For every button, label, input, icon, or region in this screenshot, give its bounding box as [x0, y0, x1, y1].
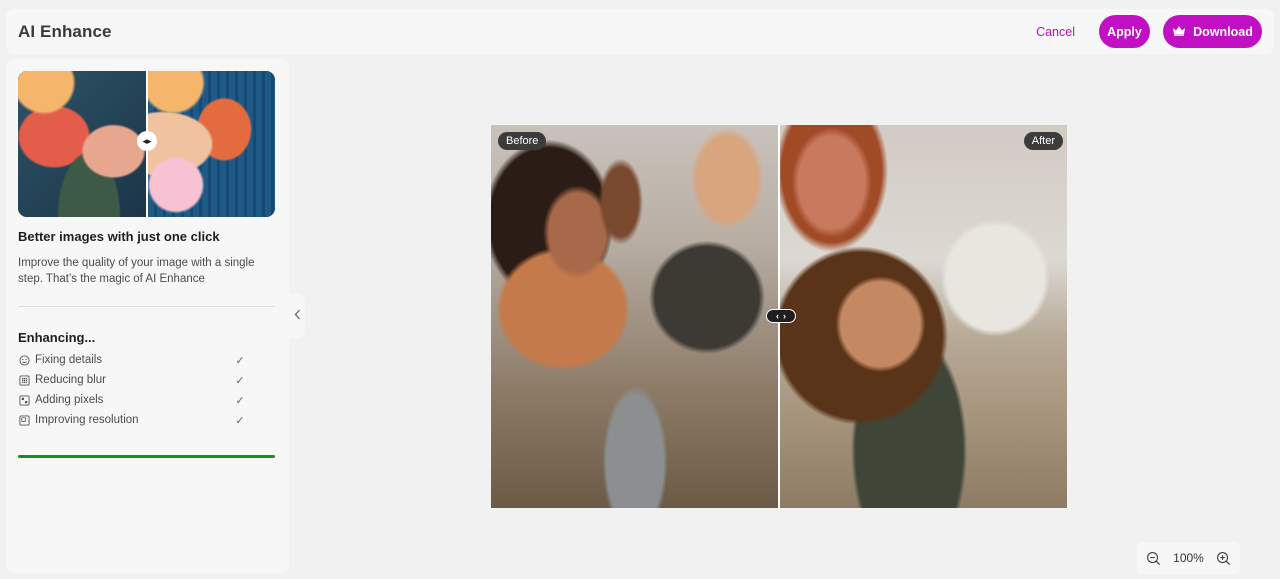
- sidebar-description: Improve the quality of your image with a…: [18, 257, 255, 285]
- step-improving-resolution: Improving resolution ✓: [18, 410, 246, 430]
- step-label: Improving resolution: [35, 414, 139, 426]
- page-title: AI Enhance: [18, 21, 112, 41]
- step-adding-pixels: Adding pixels ✓: [18, 390, 246, 410]
- step-label: Adding pixels: [35, 394, 104, 406]
- collapse-sidebar-button[interactable]: [289, 293, 305, 339]
- step-label: Reducing blur: [35, 374, 106, 386]
- step-fixing-details: Fixing details ✓: [18, 350, 246, 370]
- top-bar: AI Enhance Cancel Apply Download: [6, 9, 1274, 54]
- cancel-button[interactable]: Cancel: [1036, 25, 1075, 39]
- blur-grid-icon: [18, 374, 30, 386]
- resolution-icon: [18, 414, 30, 426]
- progress-fill: [18, 455, 275, 458]
- pixels-icon: [18, 394, 30, 406]
- chevron-left-icon: [294, 309, 301, 323]
- download-label: Download: [1193, 24, 1253, 39]
- chevron-left-icon: ‹: [776, 311, 779, 321]
- crown-icon: [1172, 25, 1186, 39]
- check-icon: ✓: [235, 374, 245, 387]
- enhance-progress-bar: [18, 455, 275, 458]
- zoom-out-icon[interactable]: [1145, 550, 1161, 566]
- apply-button[interactable]: Apply: [1099, 15, 1150, 48]
- header-actions: Cancel Apply Download: [1036, 15, 1262, 48]
- enhancing-title: Enhancing...: [18, 330, 96, 345]
- hero-before-half: [18, 71, 147, 217]
- zoom-level: 100%: [1173, 551, 1204, 565]
- enhance-sidebar: ◂▸ Better images with just one click Imp…: [6, 59, 289, 573]
- check-icon: ✓: [235, 394, 245, 407]
- after-tag: After: [1023, 132, 1063, 150]
- enhance-steps-list: Fixing details ✓ Reducing blur ✓ Adding …: [18, 350, 246, 430]
- step-reducing-blur: Reducing blur ✓: [18, 370, 246, 390]
- divider: [18, 306, 275, 307]
- compare-slider-handle[interactable]: ‹ ›: [766, 309, 796, 323]
- after-image: [780, 125, 1067, 508]
- check-icon: ✓: [235, 354, 245, 367]
- chevron-right-icon: ›: [783, 311, 786, 321]
- hero-after-half: [148, 71, 275, 217]
- sidebar-heading: Better images with just one click: [18, 229, 220, 244]
- image-compare-canvas: ‹ › Before After: [491, 125, 1067, 508]
- download-button[interactable]: Download: [1163, 15, 1262, 48]
- zoom-in-icon[interactable]: [1216, 550, 1232, 566]
- step-label: Fixing details: [35, 354, 103, 366]
- check-icon: ✓: [235, 414, 245, 427]
- zoom-control: 100%: [1137, 542, 1240, 574]
- before-tag: Before: [498, 132, 547, 150]
- hero-compare-handle-icon: ◂▸: [137, 131, 157, 151]
- hero-before-after-image: ◂▸: [18, 71, 275, 217]
- smiley-icon: [18, 354, 30, 366]
- before-image: [491, 125, 779, 508]
